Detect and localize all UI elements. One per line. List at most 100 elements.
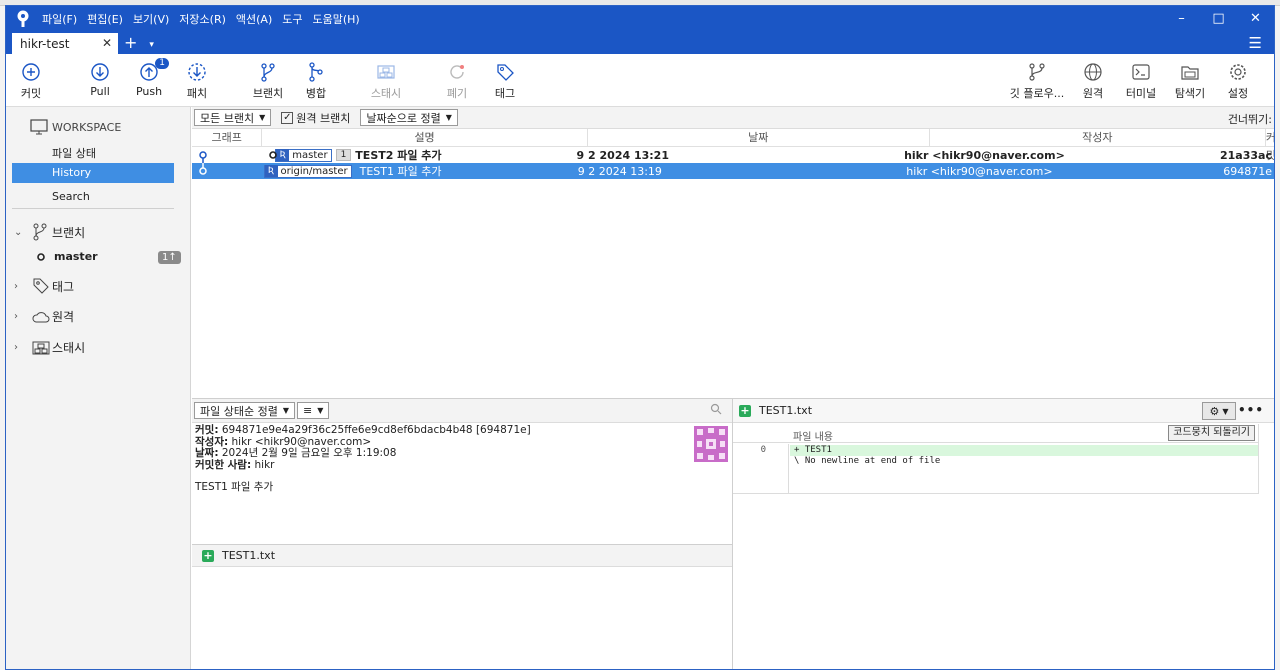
view-mode-dropdown[interactable]: ≡ ▼ [297,402,330,419]
merge-button[interactable]: 병합 [293,60,339,101]
commit-info-date-line: 날짜: 2024년 2월 9일 금요일 오후 1:19:08 [195,447,729,460]
discard-button[interactable]: 폐기 [434,60,480,101]
tab-close-icon[interactable]: ✕ [102,36,112,50]
more-options-icon[interactable]: ••• [1238,403,1264,417]
menu-view[interactable]: 보기(V) [133,11,169,27]
stash-button[interactable]: 스태시 [363,60,409,101]
chevron-down-icon[interactable]: ⌄ [14,227,26,238]
folder-icon [1180,60,1200,84]
hamburger-menu-icon[interactable]: ☰ [1249,34,1262,52]
commit-hash: 694871e [1223,164,1272,178]
ahead-count-badge: 1↑ [158,251,181,264]
sidebar-item-file-status[interactable]: 파일 상태 [52,145,96,161]
window-controls: – □ ✕ [1163,6,1274,31]
search-icon[interactable] [710,403,722,418]
commit-info: 커밋: 694871e9e4a29f36c25ffe6e9cd8ef6bdacb… [192,423,732,545]
menu-file[interactable]: 파일(F) [42,11,77,27]
commit-hash: 21a33ac [1220,148,1272,162]
col-commit[interactable]: 커밋 [1266,129,1274,162]
diff-options-button[interactable]: ⚙ ▼ [1202,402,1236,420]
commit-table-header: 그래프 설명 날짜 작성자 커밋 [192,129,1274,162]
tab-bar: hikr-test ✕ + ▾ ☰ [6,31,1274,54]
author-label: 작성자: [195,435,229,448]
stash-icon [32,340,52,356]
diff-file-name: TEST1.txt [759,404,813,417]
sidebar-item-history[interactable]: History [12,163,174,183]
push-button[interactable]: 1 Push [126,58,172,98]
pull-label: Pull [90,85,110,98]
col-date[interactable]: 날짜 [588,129,930,146]
col-description[interactable]: 설명 [262,129,588,146]
sidebar: WORKSPACE 파일 상태 History Search ⌄ 브랜치 mas… [6,107,191,669]
branch-filter-dropdown[interactable]: 모든 브랜치 ▼ [194,109,272,126]
minimize-button[interactable]: – [1163,6,1200,31]
commit-row[interactable]: Ʀmaster 1 TEST2 파일 추가 9 2 2024 13:21 hik… [192,147,1274,163]
stashes-label: 스태시 [52,341,86,355]
new-tab-button[interactable]: + [124,34,137,52]
sidebar-group-branches[interactable]: ⌄ 브랜치 [14,223,85,241]
branch-ref-icon: Ʀ [276,149,290,161]
branch-label: 브랜치 [252,87,284,100]
branch-button[interactable]: 브랜치 [245,60,291,101]
commit-button[interactable]: 커밋 [8,60,54,101]
tab-dropdown-icon[interactable]: ▾ [149,40,154,50]
close-window-button[interactable]: ✕ [1237,6,1274,31]
fetch-button[interactable]: 패치 [174,60,220,101]
commit-author: hikr <hikr90@naver.com> [904,148,1065,162]
remote-button[interactable]: 원격 [1070,60,1116,101]
gitflow-button[interactable]: 깃 플로우... [1010,60,1064,101]
file-added-icon: + [739,403,751,417]
merge-icon [307,60,325,84]
revert-hunk-button[interactable]: 코드뭉치 되돌리기 [1168,425,1255,441]
tab-title: hikr-test [20,36,70,51]
discard-label: 폐기 [446,87,468,100]
hunk-title: 파일 내용 [793,432,833,443]
graph-node-icon [199,151,207,163]
sidebar-item-search[interactable]: Search [52,190,90,203]
remote-branches-checkbox[interactable]: ✓ 원격 브랜치 [281,110,350,126]
list-icon: ≡ [303,404,313,417]
tag-button[interactable]: 태그 [482,60,528,101]
sort-value: 날짜순으로 정렬 [366,111,441,125]
chevron-right-icon[interactable]: › [14,311,26,322]
chevron-down-icon: ▼ [259,113,266,122]
commit-row-selected[interactable]: Ʀorigin/master TEST1 파일 추가 9 2 2024 13:1… [192,163,1274,179]
branch-ref-label[interactable]: Ʀmaster [275,148,332,162]
settings-button[interactable]: 설정 [1215,60,1261,101]
diff-hunk: 파일 내용 코드뭉치 되돌리기 0 + TEST1 \ No newline a… [733,424,1259,494]
menu-help[interactable]: 도움말(H) [313,11,360,27]
remotes-label: 원격 [52,310,75,324]
sort-dropdown[interactable]: 날짜순으로 정렬 ▼ [360,109,458,126]
terminal-button[interactable]: 터미널 [1118,60,1164,101]
tab-hikr-test[interactable]: hikr-test ✕ [12,33,118,54]
description-cell: Ʀmaster 1 TEST2 파일 추가 [259,147,570,163]
file-sort-dropdown[interactable]: 파일 상태순 정렬 ▼ [194,402,295,419]
remote-ref-label[interactable]: Ʀorigin/master [263,164,352,178]
commit-author: hikr <hikr90@naver.com> [906,164,1053,178]
sidebar-group-stashes[interactable]: › 스태시 [14,339,85,356]
col-graph[interactable]: 그래프 [192,129,263,146]
pull-button[interactable]: Pull [77,60,123,98]
remote-label: 원격 [1082,87,1104,100]
history-filter-bar: 모든 브랜치 ▼ ✓ 원격 브랜치 날짜순으로 정렬 ▼ 건너뛰기: [192,107,1274,129]
diff-added-line: + TEST1 [790,445,1258,456]
sidebar-group-remotes[interactable]: › 원격 [14,308,74,325]
tag-icon [495,60,515,84]
current-branch-icon [37,252,45,261]
changed-file-item[interactable]: + TEST1.txt [192,545,732,567]
menu-actions[interactable]: 액션(A) [236,11,272,27]
menu-repository[interactable]: 저장소(R) [179,11,226,27]
stash-label: 스태시 [370,87,402,100]
col-author[interactable]: 작성자 [930,129,1266,146]
menu-edit[interactable]: 편집(E) [87,11,123,27]
diff-panel: + TEST1.txt ⚙ ▼ ••• 파일 내용 코드뭉치 되돌리기 0 + T… [733,399,1274,669]
sidebar-group-tags[interactable]: › 태그 [14,277,74,295]
chevron-right-icon[interactable]: › [14,342,26,353]
sidebar-item-master[interactable]: master [36,250,98,263]
master-branch-label: master [54,250,98,263]
explorer-button[interactable]: 탐색기 [1167,60,1213,101]
menu-tools[interactable]: 도구 [282,11,302,27]
chevron-right-icon[interactable]: › [14,281,26,292]
commit-info-committer-line: 커밋한 사람: hikr [195,459,729,472]
maximize-button[interactable]: □ [1200,6,1237,31]
